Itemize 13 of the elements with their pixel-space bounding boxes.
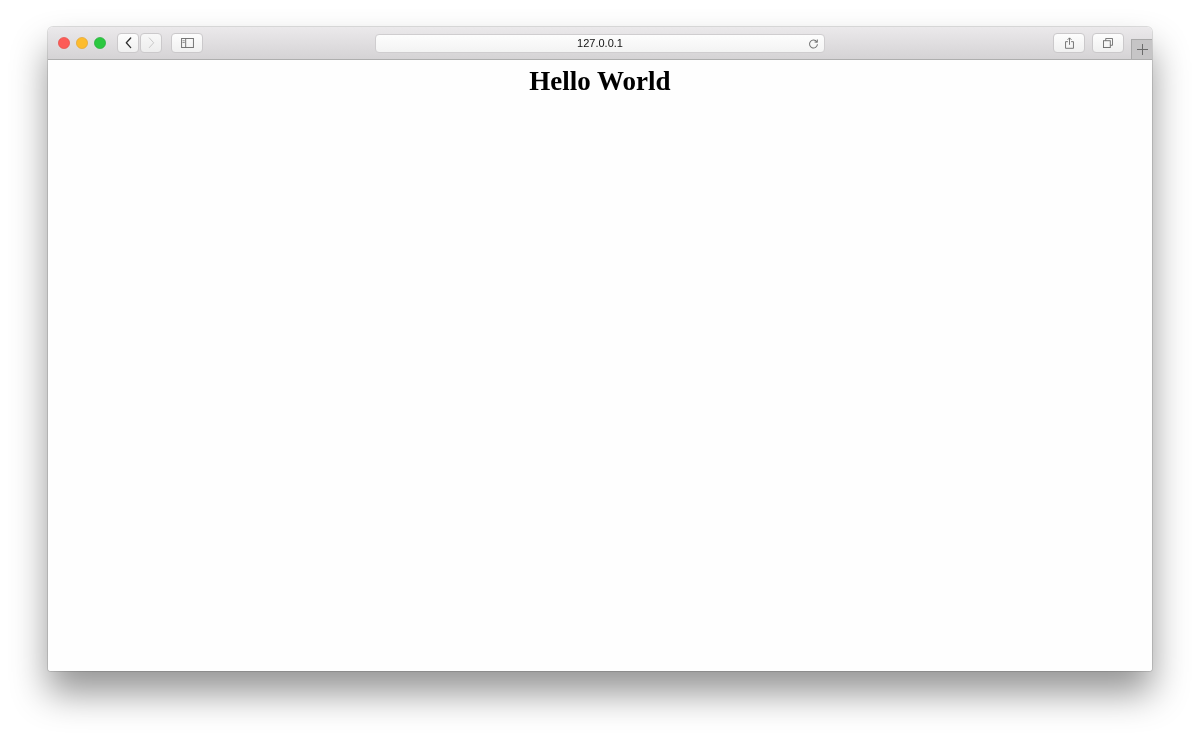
page-heading: Hello World — [529, 66, 671, 97]
tabs-overview-button[interactable] — [1092, 33, 1124, 53]
share-icon — [1064, 37, 1074, 49]
close-window-icon[interactable] — [58, 37, 70, 49]
back-button[interactable] — [117, 33, 139, 53]
address-field[interactable]: 127.0.0.1 — [375, 33, 825, 53]
plus-icon — [1136, 44, 1148, 55]
new-tab-button[interactable] — [1131, 39, 1152, 59]
sidebar-button[interactable] — [171, 33, 203, 53]
reload-icon[interactable] — [808, 37, 819, 49]
share-button[interactable] — [1053, 33, 1085, 53]
sidebar-icon — [180, 38, 194, 48]
overlapping-squares-icon — [1103, 38, 1113, 48]
